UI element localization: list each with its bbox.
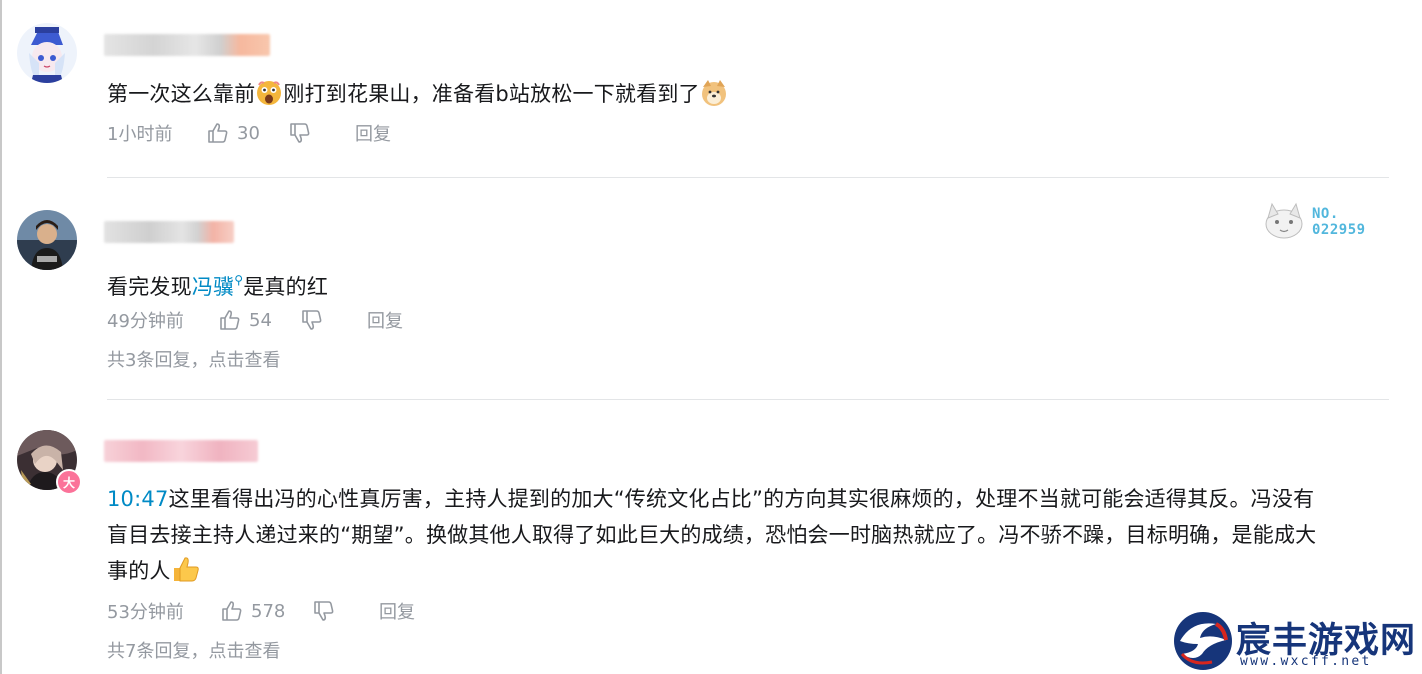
comment-text-line: 盲目去接主持人递过来的“期望”。换做其他人取得了如此巨大的成绩，恐怕会一时脑热就… — [107, 523, 1317, 547]
comment-time: 1小时前 — [107, 124, 173, 145]
comment-text-line: 10:47这里看得出冯的心性真厉害，主持人提到的加大“传统文化占比”的方向其实很… — [107, 487, 1315, 511]
fan-badge-number: NO. 022959 — [1312, 206, 1366, 238]
watermark-url: www.wxcff.net — [1240, 654, 1372, 669]
thumbs-up-emoji-icon — [171, 554, 199, 582]
like-count: 54 — [249, 309, 272, 331]
username-blurred[interactable] — [104, 221, 234, 243]
comment-time: 49分钟前 — [107, 311, 184, 332]
comment-text-part: 看完发现 — [107, 275, 192, 299]
reply-button[interactable]: 回复 — [367, 307, 403, 333]
like-button[interactable]: 30 — [207, 122, 289, 144]
comment-meta: 1小时前 30 回复 — [107, 119, 391, 147]
comment-text-part: 是真的红 — [243, 275, 329, 299]
thumb-up-icon — [222, 601, 242, 621]
thumb-down-icon — [302, 310, 322, 330]
like-button[interactable]: 578 — [221, 600, 313, 622]
watermark-logo-icon — [1174, 612, 1232, 670]
comment-text-line: 事的人 — [107, 553, 1387, 589]
comment-text: 第一次这么靠前 刚打到花果山，准备看b站放松一下就看到了 — [107, 76, 1387, 112]
level-badge: 大 — [56, 469, 82, 495]
dislike-button[interactable] — [313, 600, 335, 622]
thumb-down-icon — [290, 123, 310, 143]
reply-button[interactable]: 回复 — [379, 598, 415, 624]
comment-text: 10:47这里看得出冯的心性真厉害，主持人提到的加大“传统文化占比”的方向其实很… — [107, 481, 1387, 589]
avatar[interactable] — [17, 23, 77, 83]
comment-text-part: 刚打到花果山，准备看b站放松一下就看到了 — [283, 82, 700, 106]
search-icon[interactable]: ⚲ — [234, 273, 243, 287]
username-blurred[interactable] — [104, 440, 258, 462]
thumb-up-icon — [220, 310, 240, 330]
window-edge — [0, 0, 2, 674]
site-watermark: 宸丰游戏网 www.wxcff.net — [1170, 608, 1422, 674]
like-count: 578 — [251, 600, 286, 622]
like-button[interactable]: 54 — [219, 309, 301, 331]
video-timestamp-link[interactable]: 10:47 — [107, 487, 169, 511]
comment-divider — [107, 399, 1389, 400]
dislike-button[interactable] — [301, 309, 323, 331]
scared-face-emoji-icon — [255, 79, 283, 107]
reply-button[interactable]: 回复 — [355, 120, 391, 146]
fan-badge[interactable]: NO. 022959 — [1262, 200, 1380, 244]
doge-emoji-icon — [700, 79, 728, 107]
thumb-down-icon — [314, 601, 334, 621]
comment-meta: 53分钟前 578 回复 — [107, 597, 415, 625]
comment-meta: 49分钟前 54 回复 — [107, 306, 403, 334]
fan-badge-icon — [1265, 202, 1303, 239]
comment-text-part: 第一次这么靠前 — [107, 82, 256, 106]
search-keyword-link[interactable]: 冯骥 — [192, 275, 234, 299]
view-replies-link[interactable]: 共7条回复，点击查看 — [107, 637, 280, 663]
thumb-up-icon — [208, 123, 228, 143]
username-blurred[interactable] — [104, 34, 270, 56]
view-replies-link[interactable]: 共3条回复，点击查看 — [107, 346, 280, 372]
comment-text: 看完发现冯骥⚲是真的红 — [107, 262, 1387, 305]
comment-divider — [107, 177, 1389, 178]
comment-time: 53分钟前 — [107, 602, 184, 623]
avatar[interactable] — [17, 210, 77, 270]
dislike-button[interactable] — [289, 122, 311, 144]
like-count: 30 — [237, 122, 260, 144]
